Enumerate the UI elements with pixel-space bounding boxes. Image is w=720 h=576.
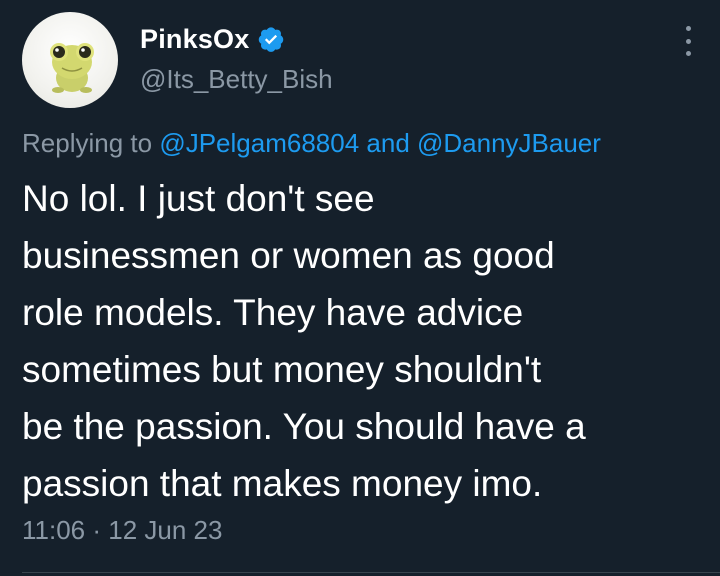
replying-to-prefix: Replying to: [22, 128, 160, 158]
more-options-icon[interactable]: [682, 26, 694, 56]
more-dot: [685, 51, 691, 56]
more-dot: [685, 38, 691, 44]
tweet-text-line: role models. They have advice: [22, 292, 524, 333]
tweet-card: PinksOx @Its_Betty_Bish Replying to @JPe…: [0, 0, 720, 576]
tweet-text-line: businessmen or women as good: [22, 235, 555, 276]
mention-link-1[interactable]: @JPelgam68804: [159, 128, 359, 158]
reply-conjunction: and: [359, 128, 417, 158]
name-row: PinksOx: [140, 20, 333, 58]
display-name[interactable]: PinksOx: [140, 24, 249, 55]
tweet-text-line: sometimes but money shouldn't: [22, 349, 542, 390]
user-handle[interactable]: @Its_Betty_Bish: [140, 64, 333, 95]
avatar[interactable]: [22, 12, 118, 108]
divider: [22, 572, 720, 573]
more-dot: [685, 26, 691, 31]
frog-avatar-icon: [50, 43, 94, 93]
replying-to: Replying to @JPelgam68804 and @DannyJBau…: [22, 128, 601, 159]
tweet-text-line: passion that makes money imo.: [22, 463, 543, 504]
verified-badge-icon: [257, 25, 285, 53]
tweet-timestamp[interactable]: 11:06 · 12 Jun 23: [22, 515, 222, 546]
mention-link-2[interactable]: @DannyJBauer: [417, 128, 601, 158]
tweet-text: No lol. I just don't see businessmen or …: [22, 170, 712, 512]
author-block: PinksOx @Its_Betty_Bish: [140, 20, 333, 95]
tweet-text-line: No lol. I just don't see: [22, 178, 375, 219]
tweet-text-line: be the passion. You should have a: [22, 406, 586, 447]
